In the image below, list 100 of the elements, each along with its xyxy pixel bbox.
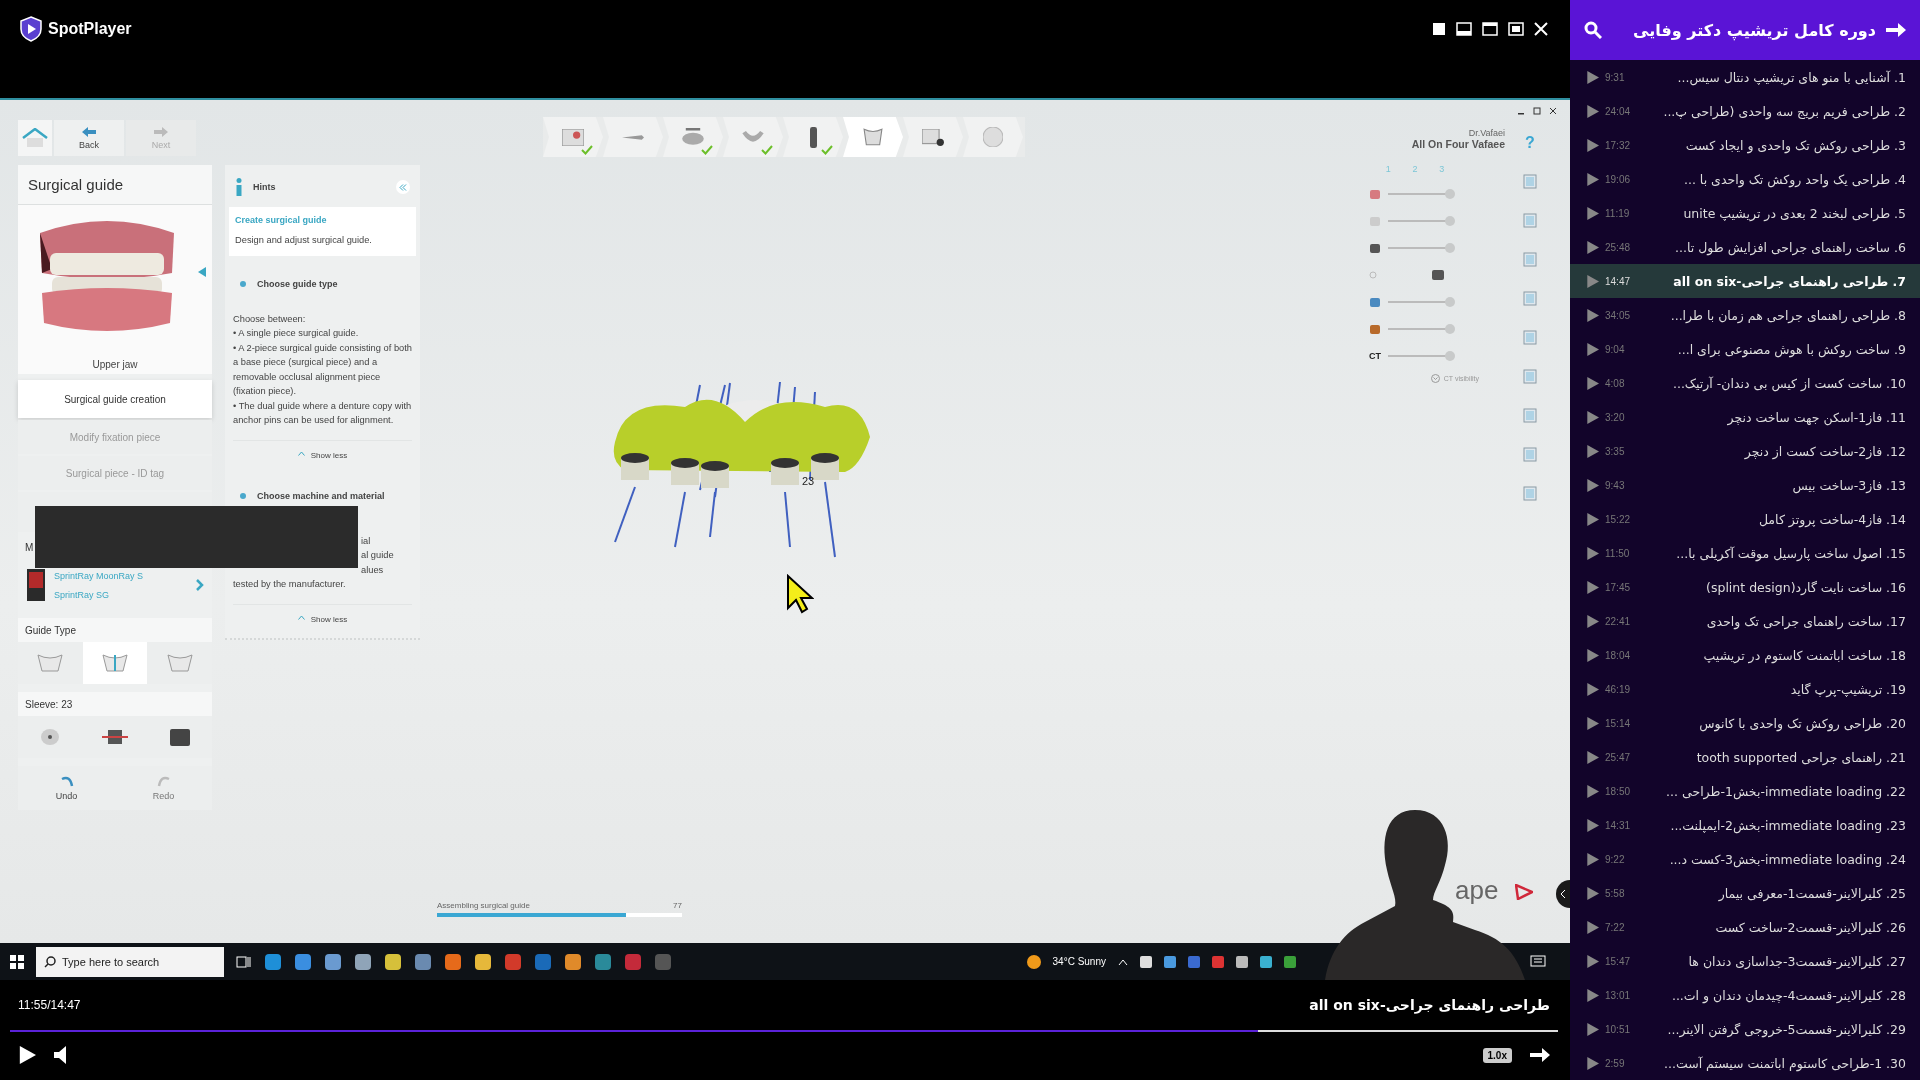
chevron-up-icon[interactable] xyxy=(1118,957,1128,966)
notification-icon[interactable] xyxy=(1530,954,1546,969)
duration: 34:05 xyxy=(1605,309,1632,321)
hint-text: Choose between: xyxy=(233,312,307,326)
duration: 46:19 xyxy=(1605,683,1632,695)
app-icon[interactable] xyxy=(474,952,492,971)
back-button[interactable]: Back xyxy=(54,120,124,156)
duration: 2:59 xyxy=(1605,1057,1626,1069)
play-icon xyxy=(1586,410,1599,424)
close-icon[interactable] xyxy=(1549,107,1557,115)
speed-button[interactable]: 1.0x xyxy=(1482,1047,1512,1063)
search-field[interactable]: Type here to search xyxy=(36,946,224,977)
check-icon xyxy=(761,145,773,155)
slider-thumb[interactable] xyxy=(1445,323,1455,334)
duration: 18:04 xyxy=(1605,649,1632,661)
app-icon[interactable] xyxy=(354,952,372,971)
workflow-step[interactable]: Surgical guide creation xyxy=(18,380,212,418)
play-icon xyxy=(1586,104,1599,118)
case-name: All On Four Vafaee xyxy=(1411,138,1505,150)
lesson-title: 9. ساخت روکش با هوش مصنوعی برای ا... xyxy=(1676,341,1906,357)
chevron-down-icon xyxy=(1430,374,1440,383)
tray-icon[interactable] xyxy=(1164,955,1176,968)
duration: 3:35 xyxy=(1605,445,1626,457)
task-view-icon[interactable] xyxy=(236,954,252,969)
lesson-title: 17. ساخت راهنمای جراحی تک واحدی xyxy=(1705,613,1906,629)
app-icon[interactable] xyxy=(384,952,402,971)
lesson-title: 22. immediate loading-بخش1-طراحی ... xyxy=(1665,783,1906,799)
app-icon[interactable] xyxy=(444,952,462,971)
slider-thumb[interactable] xyxy=(1445,350,1455,361)
guide-icon xyxy=(165,651,194,675)
layer-icon xyxy=(1369,214,1381,227)
slider-thumb[interactable] xyxy=(1445,215,1455,226)
app-icon[interactable] xyxy=(594,952,612,971)
course-title: دوره کامل تریشیپ دکتر وفایی xyxy=(1632,20,1876,40)
play-icon xyxy=(1586,308,1599,322)
search-icon[interactable] xyxy=(1584,21,1602,39)
play-icon xyxy=(1586,1056,1599,1070)
check-icon xyxy=(581,145,593,155)
tray-icon[interactable] xyxy=(1260,955,1272,968)
restore-icon[interactable] xyxy=(1508,22,1524,36)
slider-thumb[interactable] xyxy=(1445,296,1455,307)
chevron-right-icon[interactable] xyxy=(196,579,204,591)
caret-up-icon xyxy=(297,614,305,620)
info-icon xyxy=(235,178,243,196)
lesson-title: 12. فاز2-ساخت کست از دنچر xyxy=(1743,443,1906,459)
arrow-right-icon[interactable] xyxy=(1530,1046,1550,1064)
play-icon[interactable] xyxy=(18,1046,36,1064)
window-icon[interactable] xyxy=(1456,22,1472,36)
triangle-logo-icon xyxy=(1515,884,1533,900)
app-icon[interactable] xyxy=(414,952,432,971)
bullet-dot xyxy=(240,492,246,499)
duration: 17:45 xyxy=(1605,581,1632,593)
show-less-button[interactable]: Show less xyxy=(233,603,412,632)
show-less-button[interactable]: Show less xyxy=(233,439,412,468)
arrow-right-icon[interactable] xyxy=(1886,21,1906,39)
lesson-title: 30. 1-طراحی کاستوم اباتمنت سیستم آست... xyxy=(1662,1055,1906,1071)
play-icon xyxy=(1586,920,1599,934)
windows-icon[interactable] xyxy=(10,954,24,969)
progress-value: 77 xyxy=(673,901,682,910)
duration: 15:47 xyxy=(1605,955,1632,967)
duration: 7:22 xyxy=(1605,921,1626,933)
home-button[interactable] xyxy=(18,120,52,156)
app-icon[interactable] xyxy=(294,952,312,971)
bullet-dot xyxy=(240,280,246,287)
hint-text: • The dual guide where a denture copy with anchor pins can be used for alignment. xyxy=(233,399,412,427)
weather-text: 34°C Sunny xyxy=(1052,956,1106,967)
app-icon[interactable] xyxy=(324,952,342,971)
collapse-handle-icon[interactable] xyxy=(1554,880,1570,908)
duration: 17:32 xyxy=(1605,139,1632,151)
column-label: 1 xyxy=(1385,164,1391,174)
sleeve-layer-icon[interactable] xyxy=(1431,268,1445,281)
tray-icon[interactable] xyxy=(1140,955,1152,968)
app-icon[interactable] xyxy=(264,952,282,971)
slider-thumb[interactable] xyxy=(1445,242,1455,253)
sleeve-icon xyxy=(100,727,130,747)
double-chevron-left-icon xyxy=(399,183,407,191)
app-icon[interactable] xyxy=(564,952,582,971)
tray-icon[interactable] xyxy=(1236,955,1248,968)
slider-thumb[interactable] xyxy=(1445,188,1455,199)
lesson-title: 15. اصول ساخت پارسیل موقت آکریلی با... xyxy=(1675,545,1906,561)
play-icon xyxy=(1586,954,1599,968)
workflow-step-button[interactable] xyxy=(783,117,843,157)
duration: 15:14 xyxy=(1605,717,1632,729)
arrow-right-icon xyxy=(154,126,168,137)
play-icon xyxy=(1586,648,1599,662)
guide-type-option[interactable] xyxy=(82,642,148,684)
guide-icon xyxy=(101,651,129,675)
lesson-title: 7. طراحی راهنمای جراحی-all on six xyxy=(1672,273,1906,289)
duration: 22:41 xyxy=(1605,615,1632,627)
jaw-caption: Upper jaw xyxy=(92,359,138,370)
document-icon xyxy=(562,128,584,146)
shield-logo-icon xyxy=(20,16,42,42)
redo-icon xyxy=(156,775,171,787)
hint-text: • A 2-piece surgical guide consisting of both a base piece (surgical piece) and a removable occlusal alignment piece (fixation piece). xyxy=(233,341,412,398)
duration: 24:04 xyxy=(1605,105,1632,117)
cursor-icon xyxy=(786,574,814,614)
tray-icon[interactable] xyxy=(1284,955,1296,968)
duration: 14:47 xyxy=(1605,275,1632,287)
hint-text: • A single piece surgical guide. xyxy=(233,327,360,340)
square-icon[interactable] xyxy=(1432,22,1446,36)
